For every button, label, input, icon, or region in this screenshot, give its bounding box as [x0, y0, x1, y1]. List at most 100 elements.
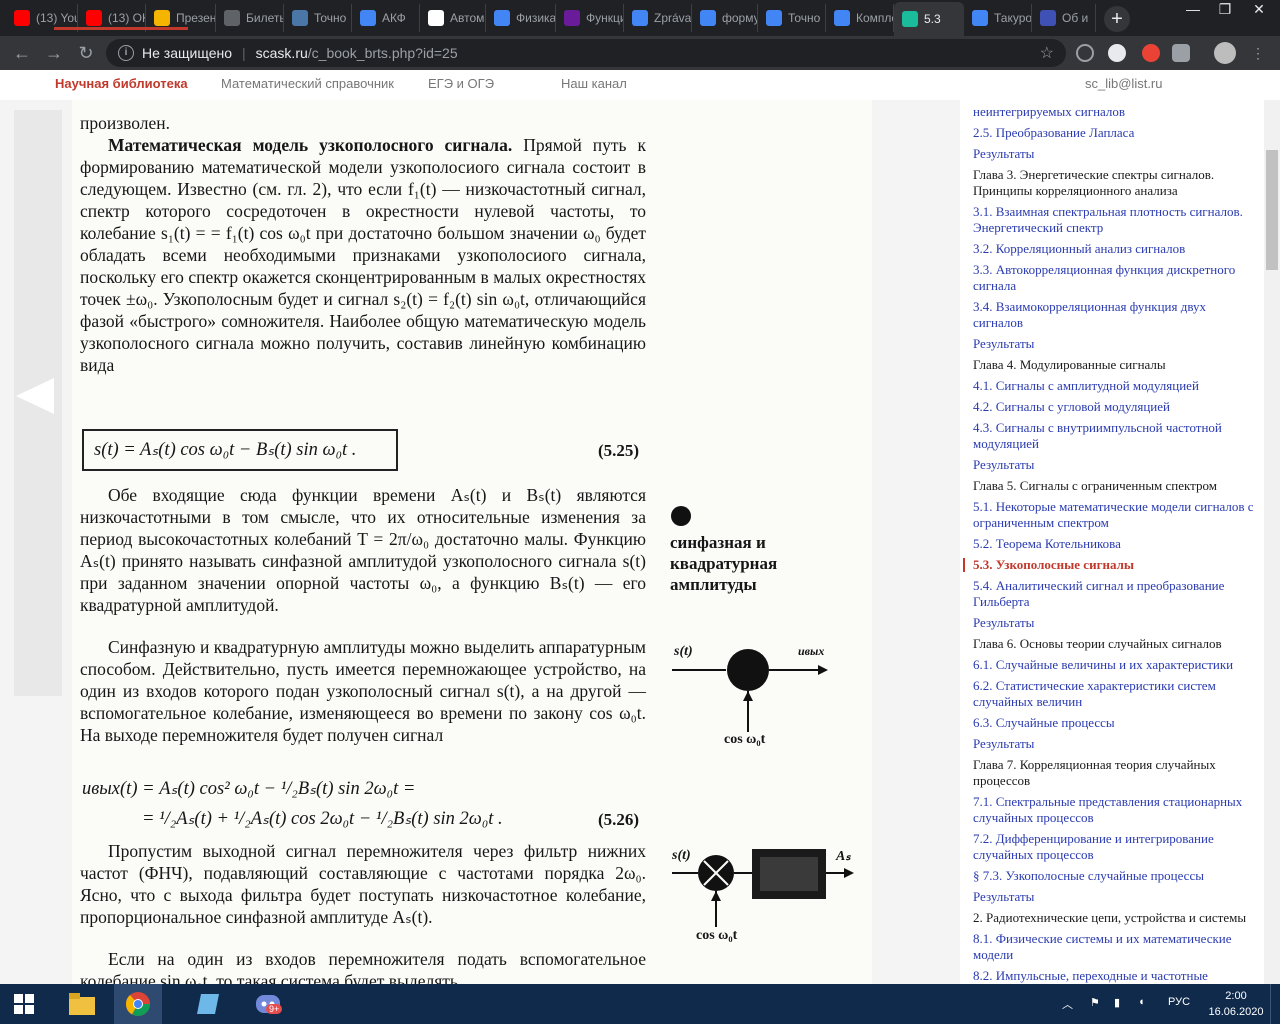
toc-item[interactable]: 4.3. Сигналы с внутриимпульсной частотно… [973, 420, 1259, 452]
wikipedia-icon [428, 10, 444, 26]
section-heading: Математическая модель узкополосного сигн… [108, 135, 513, 155]
toc-item[interactable]: 3.1. Взаимная спектральная плотность сиг… [973, 204, 1259, 236]
file-explorer-button[interactable] [58, 984, 106, 1024]
avatar[interactable] [1214, 42, 1236, 64]
toc-item[interactable]: неинтегрируемых сигналов [973, 104, 1259, 120]
tab-title: Точно [788, 11, 821, 25]
menu-icon[interactable]: ⋮ [1246, 41, 1270, 65]
system-clock[interactable]: 2:00 16.06.2020 [1206, 988, 1266, 1020]
toc-item[interactable]: 4.2. Сигналы с угловой модуляцией [973, 399, 1259, 415]
toc-item[interactable]: Результаты [973, 615, 1259, 631]
toc-item[interactable]: 3.2. Корреляционный анализ сигналов [973, 241, 1259, 257]
info-icon[interactable]: i [118, 45, 134, 61]
browser-tab[interactable]: формула [692, 4, 758, 32]
table-of-contents: неинтегрируемых сигналов 2.5. Преобразова… [960, 100, 1264, 984]
tab-title: Точно [314, 11, 347, 25]
multiplier-node [727, 649, 769, 691]
toc-item[interactable]: 8.2. Импульсные, переходные и частотные [973, 968, 1259, 984]
tab-title: АКФ [382, 11, 406, 25]
browser-tab[interactable]: Билеты [216, 4, 284, 32]
browser-tab[interactable]: Функции [556, 4, 624, 32]
browser-tab[interactable]: АКФ [352, 4, 420, 32]
network-icon[interactable]: ▮ [1114, 996, 1120, 1009]
nav-channel[interactable]: Наш канал [561, 76, 627, 91]
toc-item[interactable]: 3.3. Автокорреляционная функция дискретн… [973, 262, 1259, 294]
toc-item[interactable]: 6.2. Статистические характеристики систе… [973, 678, 1259, 710]
toc-chapter: Глава 6. Основы теории случайных сигнало… [973, 636, 1222, 651]
browser-tab[interactable]: Точно [284, 4, 352, 32]
adblock-extension-icon[interactable] [1142, 44, 1160, 62]
toc-chapter: Глава 5. Сигналы с ограниченным спектром [973, 478, 1217, 493]
bookmark-star-icon[interactable]: ☆ [1040, 43, 1054, 63]
chevron-up-icon[interactable]: ︿ [1062, 996, 1073, 1012]
browser-tab[interactable]: Об и [1032, 4, 1096, 32]
contact-email[interactable]: sc_lib@list.ru [1085, 76, 1163, 91]
toc-item[interactable]: 6.1. Случайные величины и их характерист… [973, 657, 1259, 673]
v-icon [564, 10, 580, 26]
discord-badge: 9+ [266, 1004, 283, 1014]
browser-tab[interactable]: Zpráva [624, 4, 692, 32]
docs-icon [766, 10, 782, 26]
diagram2-input-label: s(t) [672, 848, 691, 863]
browser-tab[interactable]: Автоматизация [420, 4, 486, 32]
browser-tab[interactable]: Точно [758, 4, 826, 32]
toc-item[interactable]: Результаты [973, 457, 1259, 473]
address-bar[interactable]: i Не защищено | scask.ru/c_book_brts.php… [106, 39, 1066, 67]
toc-item[interactable]: 6.3. Случайные процессы [973, 715, 1259, 731]
toc-item[interactable]: 7.2. Дифференцирование и интегрирование … [973, 831, 1259, 863]
margin-note: синфазная и квадратурная амплитуды [670, 533, 778, 594]
reload-icon[interactable]: ↻ [74, 41, 98, 65]
volume-icon[interactable]: ◖ [1138, 996, 1145, 1008]
paragraph-5: Пропустим выходной сигнал перемножителя … [80, 841, 646, 927]
left-arrow-icon[interactable] [16, 378, 54, 414]
toc-item[interactable]: Результаты [973, 146, 1259, 162]
maximize-button[interactable]: ❐ [1208, 0, 1242, 22]
toc-current-item[interactable]: 5.3. Узкополосные сигналы [963, 557, 1259, 573]
nav-exams[interactable]: ЕГЭ и ОГЭ [428, 76, 494, 91]
input-language[interactable]: РУС [1168, 996, 1190, 1008]
nav-math-handbook[interactable]: Математический справочник [221, 76, 394, 91]
toc-item[interactable]: 3.4. Взаимокорреляционная функция двух с… [973, 299, 1259, 331]
show-desktop-button[interactable] [1270, 984, 1280, 1024]
back-icon[interactable]: ← [10, 41, 34, 65]
toc-item[interactable]: Результаты [973, 336, 1259, 352]
nav-library[interactable]: Научная библиотека [55, 76, 188, 91]
chrome-taskbar-button[interactable] [114, 984, 162, 1024]
globe-extension-icon[interactable] [1076, 44, 1094, 62]
toc-item[interactable]: 2.5. Преобразование Лапласа [973, 125, 1259, 141]
toc-item[interactable]: 8.1. Физические системы и их математичес… [973, 931, 1259, 963]
tab-title: (13) YouTube [36, 11, 77, 25]
toc-item[interactable]: § 7.3. Узкополосные случайные процессы [973, 868, 1259, 884]
minimize-button[interactable]: — [1176, 0, 1210, 22]
toc-item[interactable]: 5.4. Аналитический сигнал и преобразован… [973, 578, 1259, 610]
toc-item[interactable]: 5.1. Некоторые математические модели сиг… [973, 499, 1259, 531]
site-navigation: Научная библиотека Математический справо… [0, 70, 1280, 100]
glasses-extension-icon[interactable] [1108, 44, 1126, 62]
notes-taskbar-button[interactable] [184, 984, 232, 1024]
toc-item[interactable]: Результаты [973, 736, 1259, 752]
chrome-icon [125, 992, 150, 1017]
close-window-button[interactable]: ✕ [1242, 0, 1276, 22]
browser-tab[interactable]: Комплекс [826, 4, 894, 32]
browser-tab[interactable]: Такуро [964, 4, 1032, 32]
discord-taskbar-button[interactable]: 9+ [244, 984, 292, 1024]
active-nav-underline [54, 27, 188, 30]
toc-chapter: Глава 4. Модулированные сигналы [973, 357, 1166, 372]
new-tab-button[interactable]: + [1104, 6, 1130, 32]
output-arrow [818, 665, 828, 675]
browser-toolbar: ← → ↻ i Не защищено | scask.ru/c_book_br… [0, 36, 1280, 70]
google-icon [360, 10, 376, 26]
scrollbar-thumb[interactable] [1266, 150, 1278, 270]
windows-start-button[interactable] [0, 984, 48, 1024]
s-extension-icon[interactable] [1172, 44, 1190, 62]
browser-tab[interactable]: Физика [486, 4, 556, 32]
toc-item[interactable]: 4.1. Сигналы с амплитудной модуляцией [973, 378, 1259, 394]
paragraph-3: Обе входящие сюда функции времени Aₛ(t) … [80, 485, 646, 615]
toc-item[interactable]: 7.1. Спектральные представления стациона… [973, 794, 1259, 826]
flag-icon[interactable]: ⚑ [1090, 996, 1100, 1009]
diagram1-input-label: s(t) [674, 644, 693, 659]
forward-icon[interactable]: → [42, 41, 66, 65]
browser-tab[interactable]: 5.3 [894, 2, 964, 36]
toc-item[interactable]: Результаты [973, 889, 1259, 905]
toc-item[interactable]: 5.2. Теорема Котельникова [973, 536, 1259, 552]
